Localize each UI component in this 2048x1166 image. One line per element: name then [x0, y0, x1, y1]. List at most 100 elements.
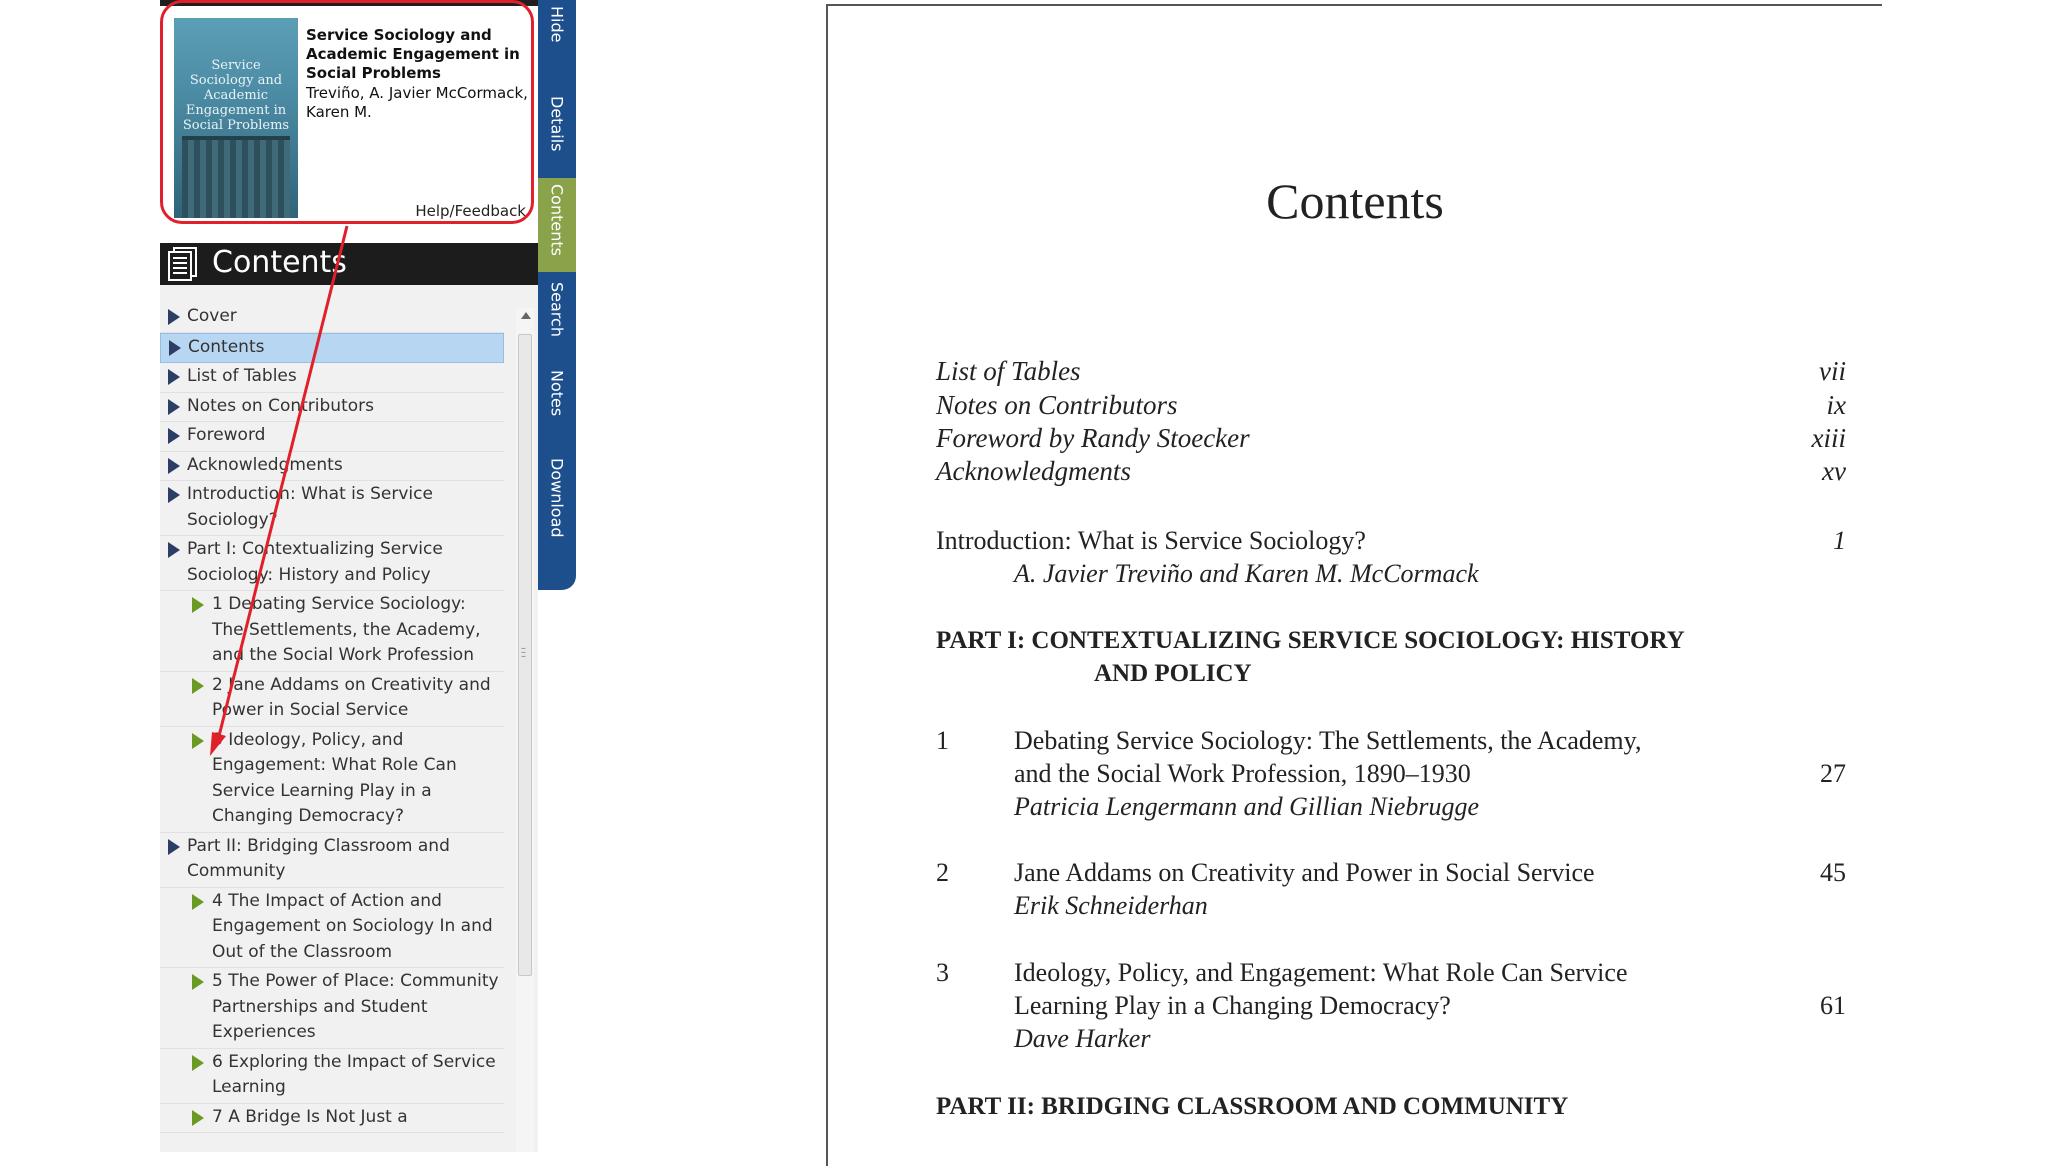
- toc-item-label: 1 Debating Service Sociology: The Settle…: [212, 594, 481, 665]
- toc-item[interactable]: Part II: Bridging Classroom and Communit…: [160, 833, 504, 888]
- expand-arrow-icon[interactable]: [168, 457, 180, 474]
- front-matter-entry: Acknowledgments xv: [936, 456, 1846, 487]
- expand-arrow-icon[interactable]: [168, 542, 180, 558]
- side-tab-strip: Hide Details Contents Search Notes Download: [538, 0, 576, 590]
- intro-entry: Introduction: What is Service Sociology?…: [936, 524, 1846, 590]
- scroll-grip-icon: – – –: [521, 643, 526, 662]
- chapter-body: Jane Addams on Creativity and Power in S…: [1014, 856, 1734, 922]
- tab-details[interactable]: Details: [538, 90, 576, 174]
- chapter-number: 2: [936, 858, 949, 887]
- toc-item-label: Part I: Contextualizing Service Sociolog…: [187, 539, 443, 585]
- toc-scrollbar[interactable]: – – –: [516, 308, 534, 1152]
- entry-page-number: ix: [1826, 390, 1847, 420]
- scroll-up-arrow-icon[interactable]: [521, 312, 531, 319]
- part-1-heading-line2: AND POLICY: [1094, 660, 1252, 687]
- expand-arrow-icon[interactable]: [168, 428, 180, 444]
- chapter-number: 3: [936, 958, 949, 987]
- entry-title: Acknowledgments: [936, 456, 1131, 486]
- toc-item[interactable]: 5 The Power of Place: Community Partners…: [160, 968, 504, 1049]
- entry-title: Notes on Contributors: [936, 390, 1178, 420]
- expand-arrow-icon[interactable]: [169, 339, 181, 356]
- chapter-title-line2: and the Social Work Profession, 1890–193…: [1014, 759, 1471, 788]
- chapter-body: Debating Service Sociology: The Settleme…: [1014, 724, 1734, 823]
- expand-arrow-icon[interactable]: [168, 487, 180, 503]
- expand-arrow-icon[interactable]: [192, 893, 204, 910]
- expand-arrow-icon[interactable]: [168, 309, 180, 325]
- book-cover-image: Service Sociology and Academic Engagemen…: [174, 18, 298, 218]
- chapter-title-line1: Jane Addams on Creativity and Power in S…: [1014, 858, 1595, 887]
- scroll-thumb[interactable]: – – –: [518, 334, 532, 976]
- intro-title: Introduction: What is Service Sociology?: [936, 526, 1366, 555]
- part-1-heading: PART I: CONTEXTUALIZING SERVICE SOCIOLOG…: [936, 624, 1816, 690]
- chapter-page-number: 45: [1820, 858, 1846, 887]
- help-feedback-link[interactable]: Help/Feedback: [415, 202, 526, 220]
- toc-item[interactable]: 3 Ideology, Policy, and Engagement: What…: [160, 727, 504, 833]
- entry-page-number: xv: [1822, 456, 1846, 486]
- front-matter-entry: Notes on Contributors ix: [936, 390, 1846, 421]
- reader-sidebar: Service Sociology and Academic Engagemen…: [160, 0, 538, 1152]
- toc-item-label: Notes on Contributors: [187, 395, 374, 416]
- toc-item-label: 7 A Bridge Is Not Just a: [212, 1106, 408, 1127]
- toc-item-label: 5 The Power of Place: Community Partners…: [212, 971, 499, 1042]
- toc-item[interactable]: Acknowledgments: [160, 452, 504, 481]
- chapter-page-number: 27: [1820, 759, 1846, 788]
- chapter-number: 1: [936, 726, 949, 755]
- expand-arrow-icon[interactable]: [168, 398, 180, 415]
- intro-page: 1: [1833, 526, 1846, 555]
- chapter-authors: Erik Schneiderhan: [1014, 891, 1208, 920]
- cover-building-illustration: [182, 136, 290, 218]
- toc-item[interactable]: Foreword: [160, 422, 504, 452]
- entry-title: List of Tables: [936, 356, 1081, 386]
- toc-list: Cover Contents List of Tables Notes on Cont…: [160, 303, 504, 1133]
- toc-item-label: Contents: [188, 336, 265, 357]
- page-heading: Contents: [1266, 173, 1444, 229]
- toc-item[interactable]: 1 Debating Service Sociology: The Settle…: [160, 591, 504, 672]
- toc-item-label: 4 The Impact of Action and Engagement on…: [212, 890, 493, 962]
- contents-panel-header: Contents: [160, 243, 538, 285]
- toc-item-label: Part II: Bridging Classroom and Communit…: [187, 835, 450, 882]
- chapter-authors: Patricia Lengermann and Gillian Niebrugg…: [1014, 792, 1480, 821]
- toc-item[interactable]: List of Tables: [160, 363, 504, 393]
- chapter-body: Ideology, Policy, and Engagement: What R…: [1014, 956, 1734, 1055]
- toc-item[interactable]: Contents: [160, 332, 504, 363]
- expand-arrow-icon[interactable]: [192, 677, 204, 694]
- expand-arrow-icon[interactable]: [168, 369, 180, 385]
- toc-item-label: List of Tables: [187, 366, 297, 386]
- book-title: Service Sociology and Academic Engagemen…: [306, 26, 520, 82]
- expand-arrow-icon[interactable]: [192, 732, 204, 749]
- contents-panel-title: Contents: [212, 245, 347, 280]
- toc-item-label: Cover: [187, 306, 237, 326]
- tab-contents[interactable]: Contents: [538, 178, 576, 272]
- tab-hide[interactable]: Hide: [538, 0, 576, 72]
- tab-download[interactable]: Download: [538, 452, 576, 572]
- tab-search[interactable]: Search: [538, 276, 576, 360]
- expand-arrow-icon[interactable]: [168, 838, 180, 855]
- chapter-authors: Dave Harker: [1014, 1024, 1151, 1053]
- entry-page-number: xiii: [1811, 423, 1847, 453]
- toc-item[interactable]: Cover: [160, 303, 504, 333]
- toc-item[interactable]: Notes on Contributors: [160, 393, 504, 422]
- toc-item[interactable]: 4 The Impact of Action and Engagement on…: [160, 888, 504, 968]
- toc-item[interactable]: Introduction: What is Service Sociology?: [160, 481, 504, 536]
- expand-arrow-icon[interactable]: [192, 597, 204, 613]
- front-matter-entry: Foreword by Randy Stoecker xiii: [936, 423, 1846, 454]
- toc-item-label: 3 Ideology, Policy, and Engagement: What…: [212, 729, 457, 827]
- part-1-heading-line1: PART I: CONTEXTUALIZING SERVICE SOCIOLOG…: [936, 627, 1685, 654]
- toc-item[interactable]: Part I: Contextualizing Service Sociolog…: [160, 536, 504, 591]
- expand-arrow-icon[interactable]: [192, 974, 204, 990]
- expand-arrow-icon[interactable]: [192, 1109, 204, 1126]
- toc-item[interactable]: 6 Exploring the Impact of Service Learni…: [160, 1049, 504, 1104]
- contents-list-icon: [168, 247, 197, 281]
- expand-arrow-icon[interactable]: [192, 1054, 204, 1071]
- toc-item-label: 2 Jane Addams on Creativity and Power in…: [212, 674, 491, 721]
- book-info-card: Service Sociology and Academic Engagemen…: [160, 0, 538, 246]
- toc-item[interactable]: 2 Jane Addams on Creativity and Power in…: [160, 672, 504, 727]
- toc-item[interactable]: 7 A Bridge Is Not Just a: [160, 1104, 504, 1133]
- toc-item-label: 6 Exploring the Impact of Service Learni…: [212, 1051, 496, 1098]
- entry-page-number: vii: [1819, 356, 1846, 386]
- chapter-title-line1: Debating Service Sociology: The Settleme…: [1014, 726, 1642, 755]
- toc-item-label: Introduction: What is Service Sociology?: [187, 484, 433, 530]
- tab-notes[interactable]: Notes: [538, 364, 576, 448]
- chapter-page-number: 61: [1820, 991, 1846, 1020]
- cover-title: Service Sociology and Academic Engagemen…: [182, 58, 290, 133]
